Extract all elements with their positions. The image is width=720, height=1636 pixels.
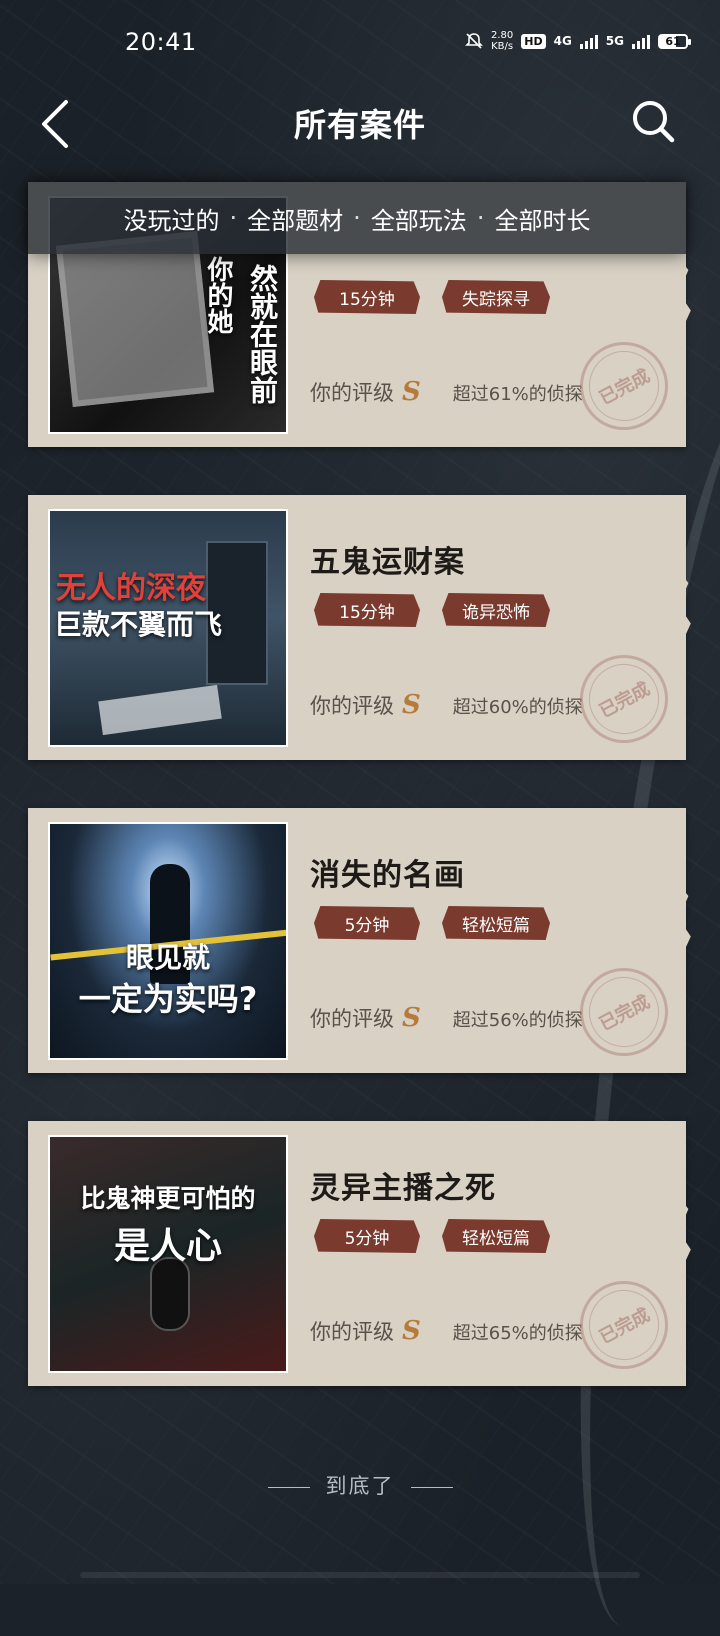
rating-row: 你的评级 S 超过61%的侦探 [310,377,583,407]
cover-text: 巨款不翼而飞 [54,608,223,641]
case-tags: 5分钟 轻松短篇 [314,1219,550,1253]
filter-separator: · [229,204,238,232]
genre-tag: 失踪探寻 [442,280,550,314]
rating-percent: 超过60%的侦探 [452,697,583,718]
rating-percent: 超过61%的侦探 [452,384,583,405]
rating-label: 你的评级 [310,381,394,405]
rating-row: 你的评级 S 超过60%的侦探 [310,690,583,720]
case-cover: 比鬼神更可怕的 是人心 [48,1135,288,1373]
page-title: 所有案件 [293,106,426,144]
rating-label: 你的评级 [310,1007,394,1031]
net-speed: 2.80 KB/s [491,30,513,52]
search-icon [633,101,675,143]
battery-level: 61 [665,34,681,48]
hd-voice-icon: HD [521,33,546,49]
home-indicator[interactable] [80,1572,640,1578]
search-button[interactable] [628,96,680,148]
signal-bars-icon [632,33,650,49]
rating-label: 你的评级 [310,694,394,718]
duration-tag: 5分钟 [314,906,420,940]
genre-tag: 轻松短篇 [442,906,550,940]
case-title: 消失的名画 [310,858,465,893]
cover-text: 你的她 [203,256,233,334]
case-card[interactable]: 眼见就 一定为实吗? 消失的名画 5分钟 轻松短篇 你的评级 S 超过56%的侦… [28,808,686,1073]
filter-gameplay[interactable]: 全部玩法 [371,201,467,236]
filter-separator: · [476,204,485,232]
header: 所有案件 [0,88,720,156]
net-speed-value: 2.80 [490,30,514,41]
status-icons: 2.80 KB/s HD 4G 5G 61 [465,30,691,52]
cover-text: 一定为实吗? [78,980,258,1018]
battery-icon: 61 [658,33,691,49]
status-bar: 20:41 2.80 KB/s HD 4G 5G 61 [0,0,720,88]
rating-grade: S [402,1316,421,1346]
case-card[interactable]: 无人的深夜 巨款不翼而飞 五鬼运财案 15分钟 诡异恐怖 你的评级 S 超过60… [28,495,686,760]
rating-label: 你的评级 [310,1320,394,1344]
cover-text: 是人心 [113,1226,222,1267]
rating-percent: 超过65%的侦探 [452,1323,583,1344]
genre-tag: 诡异恐怖 [442,593,550,627]
rating-grade: S [402,1003,421,1033]
rating-grade: S [402,377,421,407]
cover-text: 无人的深夜 [56,571,206,606]
duration-tag: 15分钟 [314,280,420,314]
duration-tag: 15分钟 [314,593,420,627]
net-speed-unit: KB/s [491,41,514,52]
case-title: 灵异主播之死 [310,1171,496,1206]
cover-papers [98,684,222,736]
case-card[interactable]: 比鬼神更可怕的 是人心 灵异主播之死 5分钟 轻松短篇 你的评级 S 超过65%… [28,1121,686,1386]
cover-text: 然就在眼前 [246,264,279,404]
end-of-list: 到底了 [0,1470,720,1500]
filter-duration[interactable]: 全部时长 [494,201,590,236]
rating-grade: S [402,690,421,720]
cover-text: 眼见就 [125,941,210,974]
cover-text: 比鬼神更可怕的 [80,1184,256,1213]
case-tags: 15分钟 诡异恐怖 [314,593,550,627]
network-4g-label: 4G [553,34,572,48]
filter-bar: 没玩过的 · 全部题材 · 全部玩法 · 全部时长 [28,182,686,254]
divider-line [267,1486,310,1488]
completed-stamp: 已完成 [564,952,684,1072]
case-cover: 无人的深夜 巨款不翼而飞 [48,509,288,747]
duration-tag: 5分钟 [314,1219,420,1253]
case-title: 五鬼运财案 [310,545,465,580]
end-of-list-label: 到底了 [325,1474,395,1498]
completed-stamp: 已完成 [564,1265,684,1385]
genre-tag: 轻松短篇 [442,1219,550,1253]
rating-row: 你的评级 S 超过56%的侦探 [310,1003,583,1033]
divider-line [410,1486,453,1488]
filter-genre[interactable]: 全部题材 [247,201,343,236]
network-5g-label: 5G [605,34,624,48]
signal-bars-icon [579,33,598,49]
completed-stamp: 已完成 [564,639,684,759]
rating-row: 你的评级 S 超过65%的侦探 [310,1316,583,1346]
mute-bell-icon [465,33,483,49]
filter-played[interactable]: 没玩过的 [124,201,220,236]
rating-percent: 超过56%的侦探 [452,1010,583,1031]
case-tags: 15分钟 失踪探寻 [314,280,550,314]
case-cover: 眼见就 一定为实吗? [48,822,288,1060]
completed-stamp: 已完成 [564,326,684,446]
filter-separator: · [353,204,361,232]
case-tags: 5分钟 轻松短篇 [314,906,550,940]
cover-photo [55,231,215,407]
status-time: 20:41 [125,28,197,56]
